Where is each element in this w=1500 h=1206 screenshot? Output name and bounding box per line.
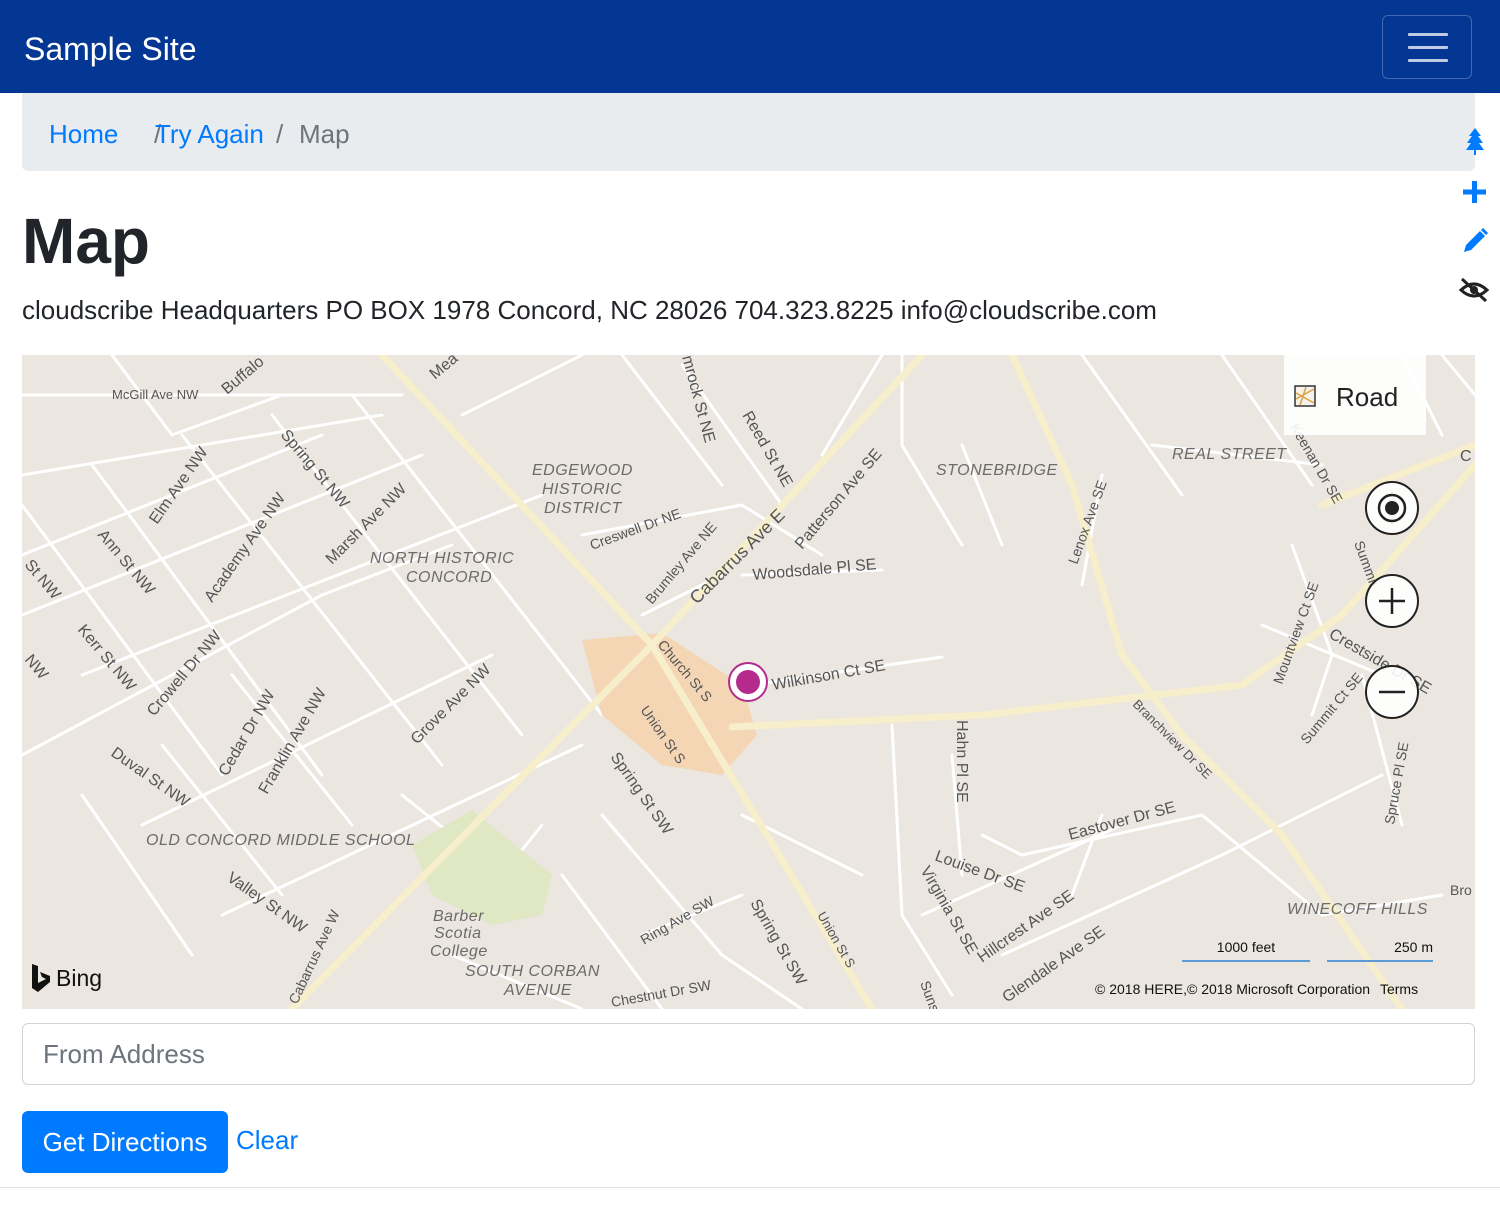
company-address: cloudscribe Headquarters PO BOX 1978 Con… [22, 295, 1157, 325]
district-label: Scotia [434, 925, 481, 942]
map-canvas[interactable]: EDGEWOODHISTORICDISTRICTNORTH HISTORICCO… [22, 355, 1475, 1009]
breadcrumb-separator: / [276, 119, 284, 149]
street-label: Patterson Ave SE [792, 446, 885, 553]
street-label: Union St S [814, 909, 858, 971]
brand-link[interactable]: Sample Site [24, 30, 197, 68]
map-copyright: © 2018 HERE,© 2018 Microsoft Corporation… [1095, 981, 1418, 997]
breadcrumb-home[interactable]: Home [49, 119, 118, 149]
street-label: Cabarrus Ave E [686, 505, 789, 608]
street-label: Academy Ave NW [201, 489, 289, 605]
copyright-text: © 2018 HERE,© 2018 Microsoft Corporation [1095, 981, 1371, 997]
district-label: SOUTH CORBAN [465, 963, 600, 980]
breadcrumb: Home / Try Again / Map [22, 93, 1475, 171]
eye-slash-icon[interactable] [1456, 274, 1492, 306]
breadcrumb-try-again-label: Try Again [155, 119, 264, 149]
locate-me-button[interactable] [1365, 481, 1419, 535]
tree-icon[interactable] [1456, 126, 1492, 158]
district-label: Barber [433, 908, 484, 925]
clear-link[interactable]: Clear [236, 1124, 298, 1156]
plus-icon[interactable] [1456, 176, 1492, 208]
bing-icon [32, 964, 50, 992]
street-label: Woodsdale Pl SE [752, 556, 877, 584]
district-label: HISTORIC [542, 481, 622, 498]
zoom-in-button[interactable] [1365, 574, 1419, 628]
navbar: Sample Site [0, 0, 1500, 93]
street-label: Crowell Dr NW [144, 627, 226, 720]
street-label: McGill Ave NW [112, 387, 199, 402]
district-label: AVENUE [503, 982, 572, 999]
map-type-selector[interactable]: Road [1284, 355, 1426, 435]
district-label: College [430, 943, 488, 960]
scale-feet-label: 1000 feet [1216, 939, 1276, 955]
street-label: Kerr St NW [74, 622, 140, 696]
district-label: NORTH HISTORIC [370, 550, 514, 567]
terms-link[interactable]: Terms [1380, 981, 1418, 997]
street-label: mrock St NE [678, 355, 718, 445]
bing-label: Bing [56, 965, 103, 991]
district-label: CONCORD [406, 569, 492, 586]
page-title: Map [22, 205, 150, 277]
hamburger-icon[interactable] [1382, 15, 1472, 79]
locate-icon [1377, 493, 1407, 523]
scale-meters-label: 250 m [1394, 939, 1433, 955]
street-label: St NW [22, 557, 64, 604]
location-pin[interactable] [728, 662, 768, 702]
zoom-out-icon [1379, 690, 1405, 694]
street-label: Branchview Dr SE [1130, 697, 1215, 782]
get-directions-button[interactable]: Get Directions [22, 1111, 228, 1173]
street-label: Spring St SW [747, 897, 810, 989]
street-label: Mea [427, 355, 462, 383]
district-label: DISTRICT [544, 500, 623, 517]
street-label: Eastover Dr SE [1067, 799, 1178, 844]
street-label: Hahn Pl SE [953, 720, 970, 803]
district-label: OLD CONCORD MIDDLE SCHOOL [146, 832, 415, 849]
street-label: Reed St NE [739, 409, 796, 491]
street-label: Bro [1450, 882, 1472, 898]
zoom-out-button[interactable] [1365, 665, 1419, 719]
street-label: Wilkinson Ct SE [771, 657, 887, 694]
street-label: Spruce Pl SE [1381, 741, 1411, 826]
zoom-in-icon [1379, 588, 1405, 614]
map-type-label: Road [1336, 382, 1399, 412]
district-label: STONEBRIDGE [936, 462, 1058, 479]
pencil-icon[interactable] [1456, 225, 1492, 257]
street-label: Duval St NW [108, 744, 193, 811]
street-label: Ring Ave SW [638, 892, 718, 947]
footer-divider [0, 1187, 1500, 1188]
from-address-input[interactable] [22, 1023, 1475, 1085]
street-label: Suns [917, 979, 943, 1009]
bing-map[interactable]: EDGEWOOD HISTORIC DISTRICT NORTH HISTORIC CO… [22, 355, 1475, 1009]
district-label: EDGEWOOD [532, 462, 633, 479]
street-label: Buffalo [219, 355, 268, 398]
breadcrumb-active-map: Map [299, 119, 350, 149]
scale-feet: 1000 feet [1182, 939, 1310, 962]
district-label: REAL STREET [1172, 446, 1287, 463]
street-label: Summit Ct SE [1297, 669, 1366, 747]
scale-meters: 250 m [1327, 939, 1433, 962]
street-label: C [1460, 448, 1472, 465]
breadcrumb-try-again[interactable]: Try Again [155, 119, 264, 149]
street-label: Elm Ave NW [146, 443, 212, 527]
street-label: NW [22, 652, 52, 684]
map-type-icon [1294, 385, 1316, 407]
district-label: WINECOFF HILLS [1287, 901, 1428, 918]
street-label: Chestnut Dr SW [610, 976, 713, 1009]
